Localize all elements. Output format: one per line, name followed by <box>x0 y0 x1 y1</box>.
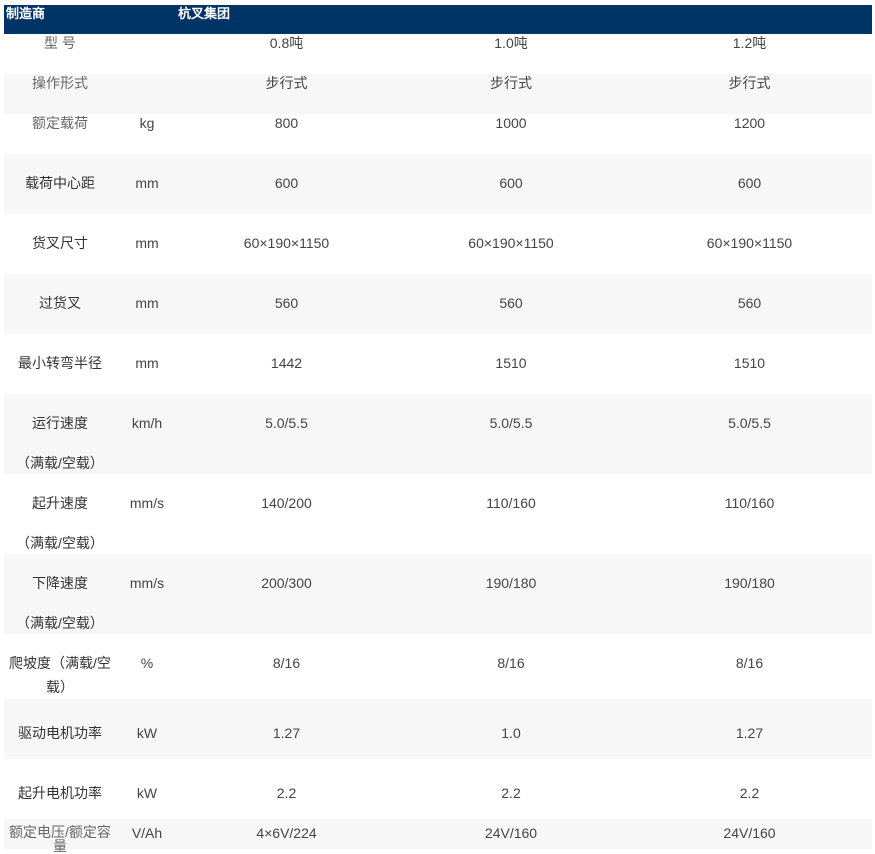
table-row: 额定电压/额定容量 V/Ah 4×6V/224 24V/160 24V/160 <box>4 819 872 854</box>
spec-value-0-8t: 4×6V/224 <box>256 825 317 841</box>
table-row: 货叉尺寸 mm 60×190×1150 60×190×1150 60×190×1150 <box>4 214 872 274</box>
spec-name-line: 额定载荷 <box>32 115 88 131</box>
spec-unit: mm <box>135 355 159 371</box>
spec-unit: mm <box>135 175 159 191</box>
spec-value-0-8t: 200/300 <box>261 575 312 591</box>
table-row: 起升速度 （满载/空载） mm/s 140/200 110/160 110/160 <box>4 474 872 554</box>
manufacturer-label: 制造商 <box>6 6 46 21</box>
spec-value-1-0t: 1000 <box>495 115 527 131</box>
spec-name-line: 驱动电机功率 <box>18 725 102 741</box>
spec-value-1-2t: 步行式 <box>728 75 771 91</box>
table-row: 起升电机功率 kW 2.2 2.2 2.2 <box>4 759 872 819</box>
spec-value-1-0t: 600 <box>499 175 523 191</box>
spec-value-1-0t: 24V/160 <box>484 825 538 841</box>
spec-value-1-2t: 110/160 <box>724 495 775 511</box>
spec-table: 制造商 杭叉集团 型 号 0.8吨 1.0吨 1.2吨操作形式 步行式 步行式 步行式额定载… <box>4 5 872 854</box>
spec-name-line: 操作形式 <box>32 75 88 91</box>
table-row: 爬坡度（满载/空 载）% 8/16 8/16 8/16 <box>4 634 872 699</box>
spec-value-1-2t: 1200 <box>733 115 766 131</box>
spec-name-line: 货叉尺寸 <box>32 235 88 251</box>
spec-value-0-8t: 步行式 <box>265 75 308 91</box>
spec-value-1-0t: 1.0吨 <box>494 35 528 51</box>
spec-value-1-2t: 2.2 <box>739 785 760 801</box>
spec-value-0-8t: 1442 <box>270 355 303 371</box>
spec-unit: mm <box>135 235 159 251</box>
spec-value-0-8t: 560 <box>274 295 299 311</box>
manufacturer-value: 杭叉集团 <box>178 6 231 21</box>
spec-value-1-0t: 560 <box>499 295 523 311</box>
spec-value-0-8t: 600 <box>274 175 299 191</box>
spec-unit: kW <box>136 725 158 741</box>
spec-value-1-0t: 1.0 <box>501 725 521 741</box>
spec-name-line: 最小转弯半径 <box>18 355 102 371</box>
spec-unit: kW <box>136 785 158 801</box>
spec-name-line: 量 <box>53 838 67 854</box>
spec-value-0-8t: 60×190×1150 <box>243 235 330 251</box>
spec-value-1-2t: 1.27 <box>735 725 764 741</box>
spec-value-1-2t: 5.0/5.5 <box>728 415 771 431</box>
table-row: 最小转弯半径 mm 1442 1510 1510 <box>4 334 872 394</box>
spec-name-line: 爬坡度（满载/空 <box>9 655 111 671</box>
spec-value-1-2t: 600 <box>737 175 762 191</box>
spec-name-line: 型 号 <box>44 35 76 51</box>
table-header: 制造商 杭叉集团 <box>4 5 872 34</box>
spec-value-0-8t: 0.8吨 <box>269 35 304 51</box>
table-row: 驱动电机功率 kW 1.27 1.0 1.27 <box>4 699 872 759</box>
spec-value-0-8t: 1.27 <box>272 725 301 741</box>
spec-name-line: 起升电机功率 <box>18 785 102 801</box>
spec-value-0-8t: 8/16 <box>272 655 301 671</box>
spec-value-1-0t: 190/180 <box>485 575 537 591</box>
spec-rows: 型 号 0.8吨 1.0吨 1.2吨操作形式 步行式 步行式 步行式额定载荷 kg 800 100… <box>4 34 872 854</box>
spec-value-0-8t: 800 <box>274 115 299 131</box>
spec-value-0-8t: 5.0/5.5 <box>265 415 308 431</box>
spec-value-1-2t: 560 <box>737 295 762 311</box>
spec-value-1-2t: 1.2吨 <box>732 35 767 51</box>
spec-name-line: 载荷中心距 <box>25 175 95 191</box>
spec-value-1-2t: 190/180 <box>724 575 775 591</box>
spec-value-0-8t: 140/200 <box>261 495 312 511</box>
table-row: 运行速度 （满载/空载） km/h 5.0/5.5 5.0/5.5 5.0/5.5 <box>4 394 872 474</box>
spec-unit: mm <box>135 295 159 311</box>
spec-value-1-0t: 60×190×1150 <box>468 235 554 251</box>
spec-value-1-2t: 24V/160 <box>723 825 776 841</box>
spec-unit: kg <box>139 115 155 131</box>
spec-value-0-8t: 2.2 <box>276 785 297 801</box>
spec-value-1-2t: 1510 <box>733 355 766 371</box>
spec-value-1-0t: 2.2 <box>501 785 521 801</box>
spec-unit: % <box>140 655 154 671</box>
table-row: 操作形式 步行式 步行式 步行式 <box>4 74 872 114</box>
table-row: 下降速度 （满载/空载） mm/s 200/300 190/180 190/180 <box>4 554 872 634</box>
spec-name-line: 起升速度 <box>32 495 88 511</box>
spec-value-1-2t: 60×190×1150 <box>706 235 793 251</box>
spec-name-line: 载） <box>46 679 74 695</box>
spec-unit: mm/s <box>129 495 165 511</box>
spec-value-1-2t: 8/16 <box>735 655 764 671</box>
spec-unit: V/Ah <box>131 825 163 841</box>
spec-name-line: （满载/空载） <box>16 535 104 551</box>
table-row: 载荷中心距 mm 600 600 600 <box>4 154 872 214</box>
table-row: 额定载荷 kg 800 1000 1200 <box>4 114 872 154</box>
spec-name-line: 过货叉 <box>39 295 81 311</box>
spec-value-1-0t: 1510 <box>495 355 527 371</box>
spec-name-line: （满载/空载） <box>16 615 104 631</box>
table-row: 型 号 0.8吨 1.0吨 1.2吨 <box>4 34 872 74</box>
spec-name-line: 下降速度 <box>32 575 88 591</box>
spec-value-1-0t: 步行式 <box>490 75 532 91</box>
spec-name-line: 运行速度 <box>32 415 88 431</box>
spec-value-1-0t: 5.0/5.5 <box>489 415 533 431</box>
spec-unit: km/h <box>131 415 163 431</box>
spec-value-1-0t: 8/16 <box>497 655 525 671</box>
table-row: 过货叉 mm 560 560 560 <box>4 274 872 334</box>
spec-unit: mm/s <box>129 575 165 591</box>
spec-value-1-0t: 110/160 <box>486 495 536 511</box>
spec-name-line: （满载/空载） <box>16 455 104 471</box>
